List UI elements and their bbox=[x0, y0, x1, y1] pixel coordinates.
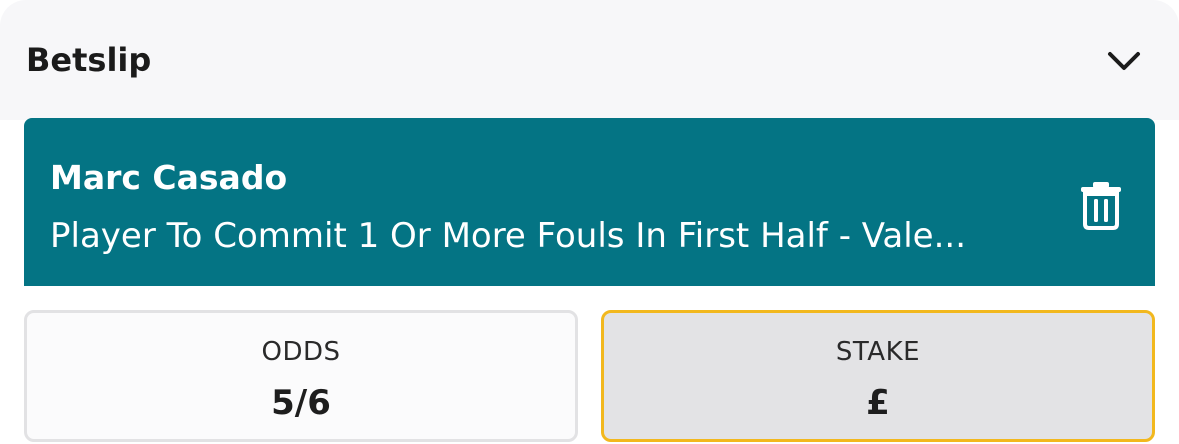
stake-label: STAKE bbox=[835, 337, 921, 367]
stake-input[interactable]: STAKE £ bbox=[601, 310, 1155, 442]
odds-label: ODDS bbox=[261, 337, 341, 367]
betslip-panel: Betslip Marc Casado Player To Commit 1 O… bbox=[0, 0, 1179, 444]
betslip-title: Betslip bbox=[26, 41, 152, 79]
stake-value: £ bbox=[866, 383, 890, 423]
chevron-down-icon bbox=[1108, 52, 1140, 70]
bet-selection-card: Marc Casado Player To Commit 1 Or More F… bbox=[24, 118, 1155, 286]
odds-value: 5/6 bbox=[271, 383, 331, 423]
collapse-button[interactable] bbox=[1100, 38, 1148, 86]
odds-box: ODDS 5/6 bbox=[24, 310, 578, 442]
trash-icon bbox=[1081, 182, 1121, 230]
selection-name: Marc Casado bbox=[50, 158, 288, 197]
betslip-header[interactable]: Betslip bbox=[0, 0, 1179, 120]
selection-market: Player To Commit 1 Or More Fouls In Firs… bbox=[50, 216, 967, 256]
remove-selection-button[interactable] bbox=[1076, 178, 1126, 232]
